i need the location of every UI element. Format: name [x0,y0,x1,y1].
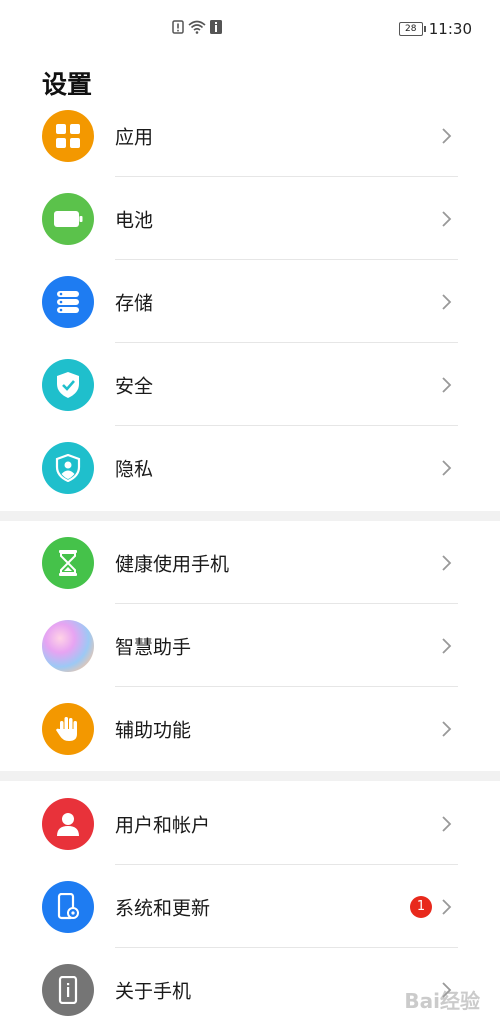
settings-item-battery[interactable]: 电池 [0,177,500,260]
settings-item-accessibility[interactable]: 辅助功能 [0,687,500,770]
status-right: 28 11:30 [398,20,472,38]
settings-item-label: 隐私 [115,458,154,480]
wifi-icon [188,20,206,34]
settings-item-label: 健康使用手机 [115,553,230,575]
chevron-right-icon [442,554,452,571]
status-icons [172,20,222,34]
settings-item-label: 智慧助手 [115,636,192,658]
phone-info-icon [42,963,94,1016]
settings-item-label: 应用 [115,126,154,148]
settings-item-assistant[interactable]: 智慧助手 [0,604,500,687]
chevron-right-icon [442,210,452,227]
chevron-right-icon [442,376,452,393]
settings-item-label: 电池 [115,209,154,231]
settings-item-digital-balance[interactable]: 健康使用手机 [0,521,500,604]
privacy-icon [42,441,94,494]
settings-item-label: 辅助功能 [115,719,192,741]
hand-icon [42,702,94,755]
battery-icon [42,192,94,245]
settings-item-label: 关于手机 [115,980,192,1002]
settings-item-users-accounts[interactable]: 用户和帐户 [0,782,500,865]
battery-indicator: 28 [398,22,426,36]
settings-item-label: 存储 [115,292,154,314]
status-bar: 28 11:30 [0,0,500,58]
chevron-right-icon [442,815,452,832]
notification-badge: 1 [410,895,432,918]
chevron-right-icon [442,127,452,144]
status-time: 11:30 [428,20,472,38]
info-box-icon [210,20,222,34]
apps-icon [42,109,94,162]
settings-section-2: 健康使用手机 智慧助手 辅助功能 [0,521,500,770]
settings-item-system-update[interactable]: 系统和更新 1 [0,865,500,948]
settings-item-label: 安全 [115,375,154,397]
hourglass-icon [42,536,94,589]
settings-item-storage[interactable]: 存储 [0,260,500,343]
assistant-icon [42,619,94,672]
storage-icon [42,275,94,328]
phone-settings-icon [42,880,94,933]
chevron-right-icon [442,637,452,654]
section-separator [0,771,500,781]
chevron-right-icon [442,459,452,476]
settings-item-label: 用户和帐户 [115,814,211,836]
settings-item-security[interactable]: 安全 [0,343,500,426]
chevron-right-icon [442,720,452,737]
user-icon [42,797,94,850]
shield-check-icon [42,358,94,411]
chevron-right-icon [442,898,452,915]
settings-item-apps[interactable]: 应用 [0,94,500,177]
chevron-right-icon [442,293,452,310]
sim-alert-icon [172,20,184,34]
section-separator [0,511,500,521]
settings-item-label: 系统和更新 [115,897,211,919]
watermark: Bai经验 [404,989,480,1013]
settings-section-1: 应用 电池 存储 安全 隐私 [0,94,500,509]
settings-item-privacy[interactable]: 隐私 [0,426,500,509]
